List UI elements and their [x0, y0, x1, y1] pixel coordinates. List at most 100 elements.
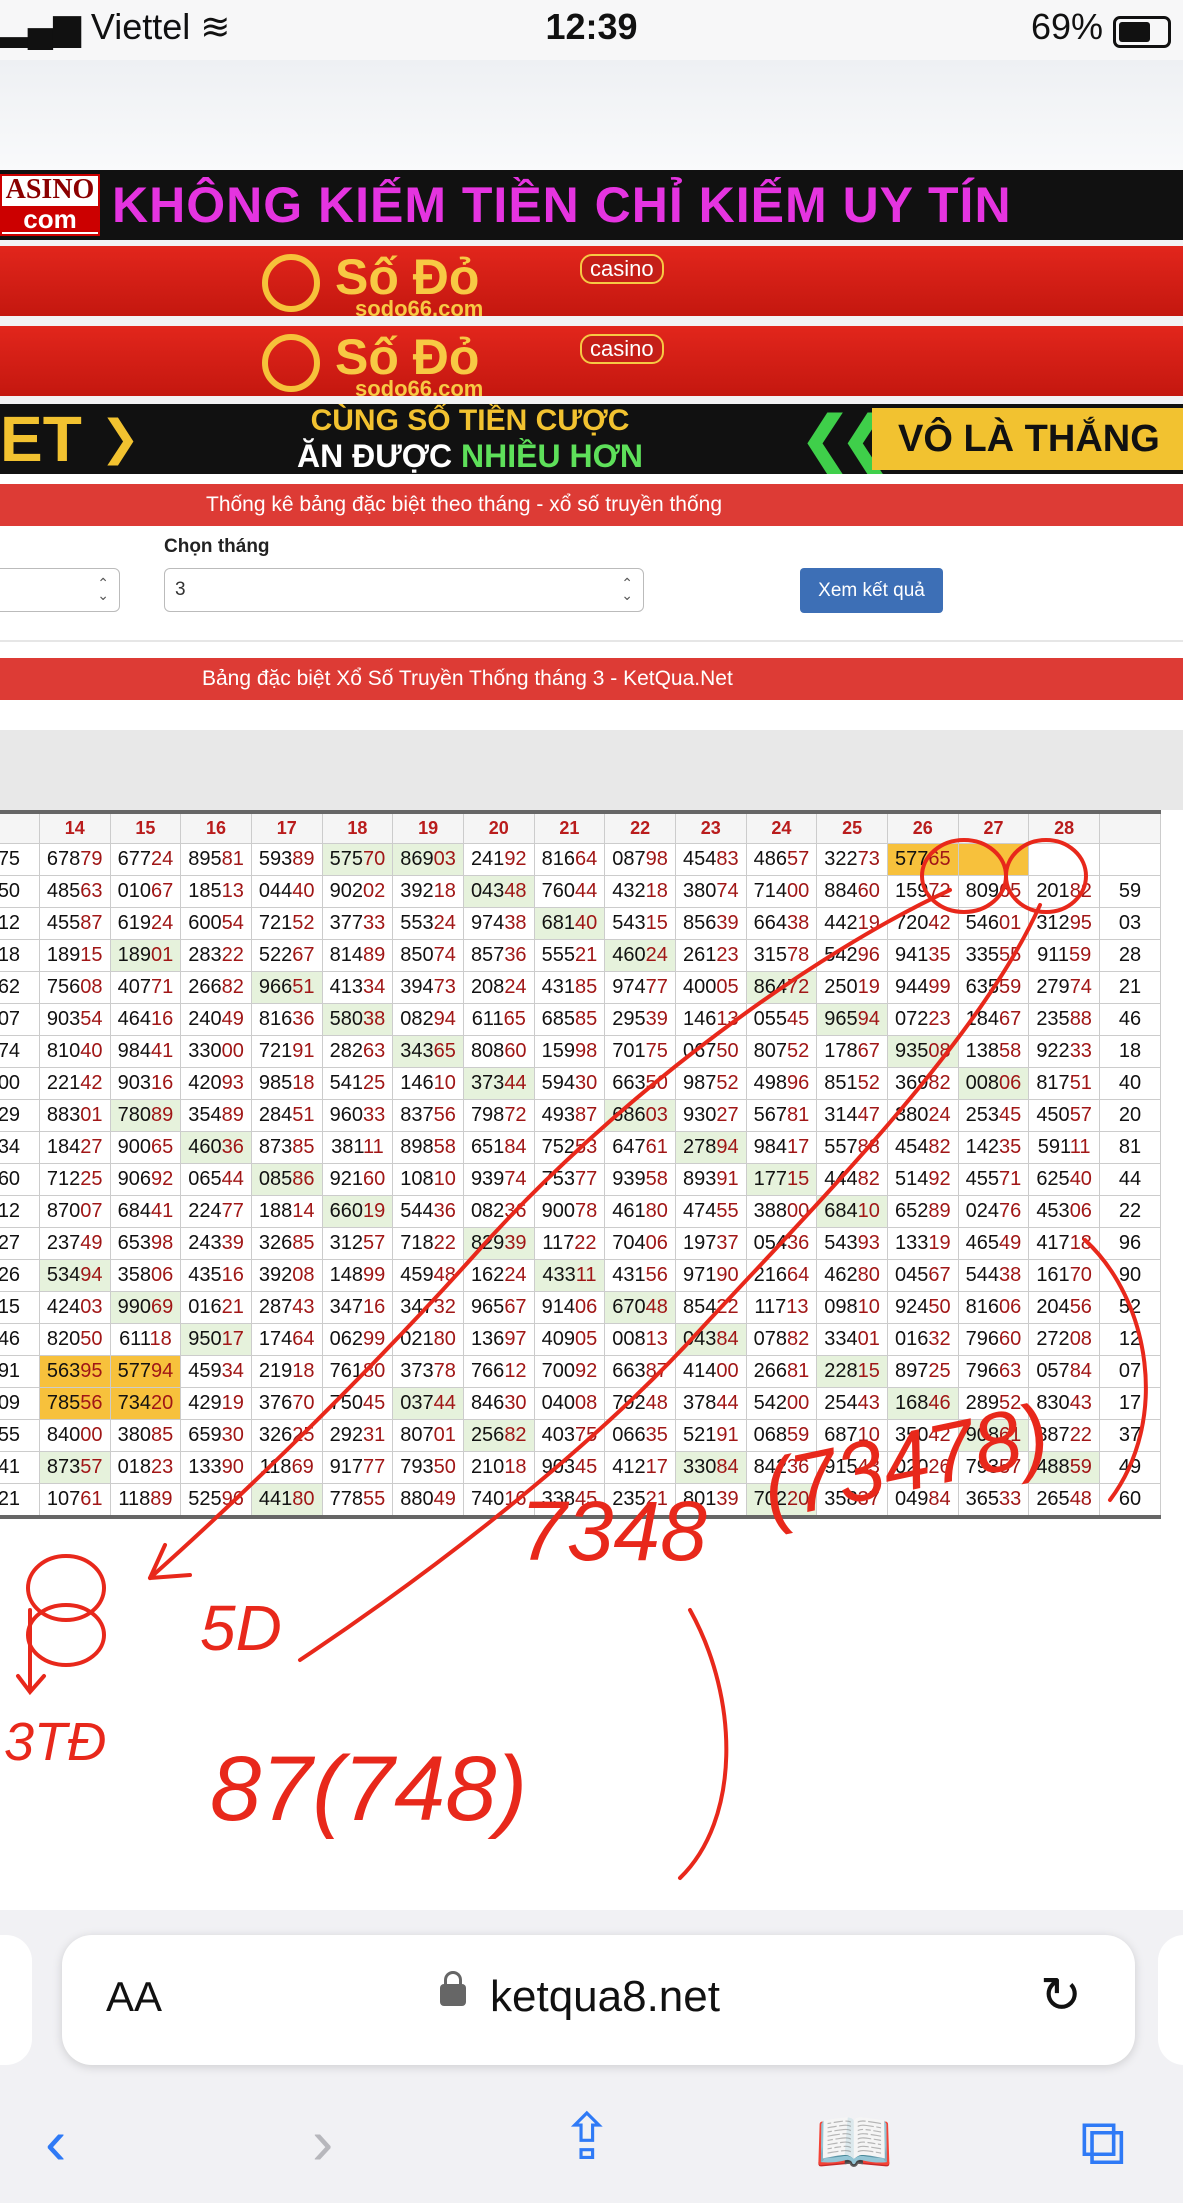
result-cell: 06859 [745, 1419, 818, 1452]
result-cell: 17 [1098, 1387, 1162, 1420]
result-cell: 79663 [957, 1355, 1030, 1388]
result-cell: 47455 [674, 1195, 747, 1228]
table-row: 07 90354 46416 24049 81636 58038 08294 61165 685… [0, 1003, 1162, 1036]
sodo-banner[interactable]: Số Đỏ casino sodo66.com [0, 246, 1183, 316]
result-cell: 76180 [321, 1355, 394, 1388]
day-header: 20 [462, 811, 535, 844]
result-cell: 10810 [392, 1163, 464, 1196]
result-cell: 91159 [1028, 939, 1100, 972]
sodo-casino-tag: casino [580, 334, 664, 364]
bet-line-1: CÙNG SỐ TIỀN CƯỢC [310, 404, 630, 437]
result-cell: 04008 [533, 1387, 606, 1420]
result-cell: 16224 [462, 1259, 535, 1292]
result-cell: 70220 [745, 1483, 818, 1518]
table-row: 75 67879 67724 89581 59389 57570 86903 24192 816… [0, 843, 1162, 876]
result-cell: 59430 [533, 1067, 606, 1100]
result-cell: 39208 [250, 1259, 323, 1292]
result-cell: 43185 [533, 971, 606, 1004]
result-cell: 31578 [745, 939, 818, 972]
result-cell: 80860 [462, 1035, 535, 1068]
result-cell: 92233 [1028, 1035, 1100, 1068]
battery-percent: 69% [1030, 6, 1103, 47]
result-cell: 92450 [886, 1291, 959, 1324]
table-row: 12 45587 61924 60054 72152 37733 55324 97438 681… [0, 907, 1162, 940]
result-cell: 37 [1098, 1419, 1162, 1452]
bet-banner[interactable]: ET ❯ CÙNG SỐ TIỀN CƯỢC ĂN ĐƯỢC NHIỀU HƠN… [0, 404, 1183, 474]
result-cell: 45482 [886, 1131, 959, 1164]
result-cell: 39473 [392, 971, 464, 1004]
result-cell: 52191 [674, 1419, 747, 1452]
result-cell: 33845 [533, 1483, 606, 1518]
sodo-banner-2[interactable]: Số Đỏ casino sodo66.com [0, 326, 1183, 396]
casino-slogan: KHÔNG KIẾM TIỀN CHỈ KIẾM UY TÍN [112, 177, 1012, 233]
result-cell: 61924 [109, 907, 182, 940]
result-cell: 24339 [180, 1227, 252, 1260]
result-cell: 38111 [321, 1131, 394, 1164]
result-cell: 54200 [745, 1387, 818, 1420]
result-cell: 68585 [533, 1003, 606, 1036]
year-select[interactable]: ⌃ ⌄ [0, 568, 120, 612]
tabs-icon[interactable]: ⧉ [1080, 2105, 1126, 2180]
result-cell: 33401 [816, 1323, 888, 1356]
result-cell: 91777 [321, 1451, 394, 1484]
result-cell: 70406 [604, 1227, 676, 1260]
result-cell: 18814 [250, 1195, 323, 1228]
result-cell: 36982 [886, 1067, 959, 1100]
result-cell: 22142 [38, 1067, 111, 1100]
text-size-button[interactable]: AA [106, 1973, 162, 2021]
result-cell: 19737 [674, 1227, 747, 1260]
forward-icon[interactable]: › [312, 2105, 333, 2179]
bookmarks-icon[interactable]: 📖 [814, 2105, 894, 2180]
result-cell: 44219 [816, 907, 888, 940]
url-text[interactable]: ketqua8.net [490, 1972, 720, 2022]
result-cell: 78089 [109, 1099, 182, 1132]
form-header: Thống kê bảng đặc biệt theo tháng - xổ s… [0, 484, 1183, 526]
result-cell: 40 [1098, 1067, 1162, 1100]
result-cell: 32273 [816, 843, 888, 876]
result-cell: 59111 [1028, 1131, 1100, 1164]
result-cell: 14610 [392, 1067, 464, 1100]
result-cell: 54393 [816, 1227, 888, 1260]
result-cell: 90078 [533, 1195, 606, 1228]
result-cell: 54436 [392, 1195, 464, 1228]
share-icon[interactable]: ⇪ [560, 2100, 614, 2175]
result-cell: 45306 [1028, 1195, 1100, 1228]
table-row: 18 18915 18901 28322 52267 81489 85074 85736 555… [0, 939, 1162, 972]
result-cell: 45057 [1028, 1099, 1100, 1132]
table-row: 74 81040 98441 33000 72191 28263 34365 80860 159… [0, 1035, 1162, 1068]
result-cell: 45948 [392, 1259, 464, 1292]
back-icon[interactable]: ‹ [45, 2105, 66, 2179]
result-cell: 72152 [250, 907, 323, 940]
sodo-site: sodo66.com [355, 376, 484, 396]
result-cell: 52596 [180, 1483, 252, 1518]
result-cell: 46036 [180, 1131, 252, 1164]
results-table-container[interactable]: 14 15 16 17 18 19 20 21 22 23 24 25 26 27 28 75 67879 677… [0, 810, 1183, 1835]
reload-icon[interactable]: ↻ [1040, 1966, 1082, 2024]
result-cell: 20456 [1028, 1291, 1100, 1324]
next-tab-card[interactable] [1158, 1935, 1183, 2065]
result-cell: 90316 [109, 1067, 182, 1100]
previous-tab-card[interactable] [0, 1935, 32, 2065]
result-cell: 33000 [180, 1035, 252, 1068]
table-row: 34 18427 90065 46036 87385 38111 89858 65184 752… [0, 1131, 1162, 1164]
result-cell: 41400 [674, 1355, 747, 1388]
result-cell: 25345 [957, 1099, 1030, 1132]
result-cell: 93508 [886, 1035, 959, 1068]
result-cell: 90202 [321, 875, 394, 908]
view-results-button[interactable]: Xem kết quả [800, 568, 943, 613]
result-cell: 66350 [604, 1067, 676, 1100]
result-cell: 87385 [250, 1131, 323, 1164]
result-cell: 43218 [604, 875, 676, 908]
result-cell: 96033 [321, 1099, 394, 1132]
result-cell: 96 [1098, 1227, 1162, 1260]
result-cell: 97438 [462, 907, 535, 940]
result-cell: 06750 [674, 1035, 747, 1068]
month-select[interactable]: 3 ⌃ ⌄ [164, 568, 644, 612]
result-cell: 01632 [886, 1323, 959, 1356]
result-cell: 98518 [250, 1067, 323, 1100]
result-cell: 68410 [816, 1195, 888, 1228]
casino-banner[interactable]: ASINO com KHÔNG KIẾM TIỀN CHỈ KIẾM UY TÍ… [0, 170, 1183, 240]
result-cell: 15972 [886, 875, 959, 908]
table-row: 46 82050 61118 95017 17464 06299 02180 13697 409… [0, 1323, 1162, 1356]
result-cell: 91543 [816, 1451, 888, 1484]
